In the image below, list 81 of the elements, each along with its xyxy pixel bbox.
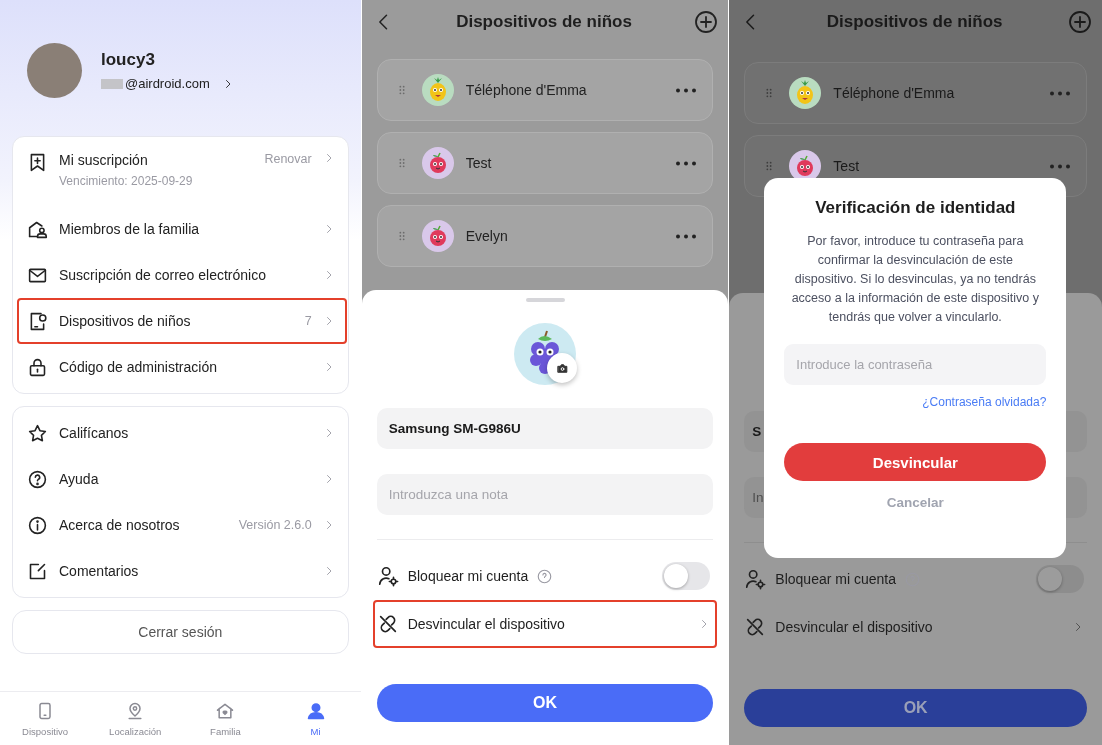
device-card[interactable]: Evelyn <box>376 205 714 267</box>
more-icon[interactable] <box>1050 163 1070 169</box>
lock-icon <box>27 356 48 378</box>
nav-tab[interactable]: Familia <box>180 692 271 745</box>
menu-item[interactable]: Califícanos <box>17 410 347 456</box>
more-icon[interactable] <box>676 233 697 239</box>
user-email: @airdroid.com <box>125 76 210 91</box>
info-icon <box>27 514 48 536</box>
camera-icon <box>555 361 569 375</box>
star-icon <box>27 422 48 444</box>
pineapple-avatar-icon <box>421 74 454 106</box>
device-name: Test <box>465 155 493 171</box>
menu-item[interactable]: Miembros de la familia <box>17 206 347 252</box>
device-card[interactable]: Test <box>376 132 714 194</box>
logout-button[interactable]: Cerrar sesión <box>12 610 349 654</box>
note-field[interactable]: Introduzca una nota <box>376 474 714 515</box>
menu-item[interactable]: Suscripción de correo electrónico <box>17 252 347 298</box>
lock-account-toggle[interactable] <box>1036 565 1084 593</box>
menu-item[interactable]: Comentarios <box>17 548 347 594</box>
nav-tab[interactable]: Mi <box>270 692 361 745</box>
menu-item[interactable]: Mi suscripción Vencimiento: 2025-09-29 Renovar <box>17 144 347 206</box>
nav-tab[interactable]: Dispositivo <box>0 692 91 745</box>
device-name: Test <box>833 158 861 174</box>
apple-avatar-icon <box>421 220 454 252</box>
menu-label: Acerca de nosotros <box>59 517 181 533</box>
menu-label: Código de administración <box>59 359 218 375</box>
lock-account-label: Bloquear mi cuenta <box>775 571 896 587</box>
more-icon[interactable] <box>676 160 697 166</box>
device-name: Evelyn <box>465 228 509 244</box>
expiry-date: Vencimiento: 2025-09-29 <box>59 174 194 188</box>
add-icon <box>694 10 719 34</box>
device-name-field[interactable]: Samsung SM-G986U <box>376 408 714 449</box>
unlink-device-item[interactable]: Desvincular el dispositivo <box>740 603 1091 651</box>
sheet-handle[interactable] <box>525 298 565 302</box>
device-card[interactable]: Téléphone d'Emma <box>744 62 1087 124</box>
menu-item[interactable]: Dispositivos de niños 7 <box>17 298 347 344</box>
drag-handle-icon <box>396 231 407 241</box>
ok-button[interactable]: OK <box>744 689 1087 727</box>
menu-label: Ayuda <box>59 471 100 487</box>
lock-account-label: Bloquear mi cuenta <box>407 568 529 584</box>
drag-handle-icon <box>396 85 407 95</box>
add-icon <box>1068 10 1092 34</box>
redaction-block <box>101 78 123 89</box>
nav-tab[interactable]: Localización <box>90 692 181 745</box>
menu-item[interactable]: Acerca de nosotros Versión 2.6.0 <box>17 502 347 548</box>
menu-item[interactable]: Ayuda <box>17 456 347 502</box>
menu-value: Versión 2.6.0 <box>238 518 312 532</box>
password-field[interactable]: Introduce la contraseña <box>784 344 1047 385</box>
more-icon[interactable] <box>1050 90 1070 96</box>
help-icon <box>537 568 553 584</box>
drag-handle-icon <box>396 158 407 168</box>
person-gear-icon <box>376 565 399 587</box>
unlink-button[interactable]: Desvincular <box>784 443 1047 481</box>
ok-button[interactable]: OK <box>376 684 714 722</box>
photo-placeholder <box>27 43 82 98</box>
forgot-password-link[interactable]: ¿Contraseña olvidada? <box>922 395 1047 409</box>
pineapple-avatar-icon <box>789 77 822 109</box>
apple-avatar-icon <box>421 147 454 179</box>
menu-label: Mi suscripción <box>59 152 149 168</box>
help-icon <box>27 468 48 490</box>
person-icon <box>305 700 326 721</box>
unlink-device-item[interactable]: Desvincular el dispositivo <box>372 600 718 648</box>
menu-item[interactable]: Código de administración <box>17 344 347 390</box>
menu-label: Comentarios <box>59 563 140 579</box>
menu-value: 7 <box>304 314 312 328</box>
menu-label: Dispositivos de niños <box>59 313 192 329</box>
dialog-message: Por favor, introduce tu contraseña para confirmar la desvinculación de este dispositivo. Si lo desvinculas, ya no tendrás acceso a la información de este dispositivo y tendrás que volver a vincularlo. <box>790 233 1040 326</box>
menu-label: Califícanos <box>59 425 130 441</box>
menu-label: Suscripción de correo electrónico <box>59 267 267 283</box>
menu-value: Renovar <box>264 152 312 166</box>
device-name: Téléphone d'Emma <box>833 85 956 101</box>
more-icon[interactable] <box>676 87 697 93</box>
lock-account-toggle[interactable] <box>662 562 711 590</box>
menu-label: Miembros de la familia <box>59 221 201 237</box>
device-name: Téléphone d'Emma <box>465 82 588 98</box>
device-card[interactable]: Téléphone d'Emma <box>376 59 714 121</box>
screen-title: Dispositivos de niños <box>826 12 1003 32</box>
screen-title: Dispositivos de niños <box>456 12 632 32</box>
person-gear-icon <box>744 568 767 590</box>
dialog-title: Verificación de identidad <box>814 198 1017 218</box>
user-name: loucy3 <box>101 50 156 70</box>
